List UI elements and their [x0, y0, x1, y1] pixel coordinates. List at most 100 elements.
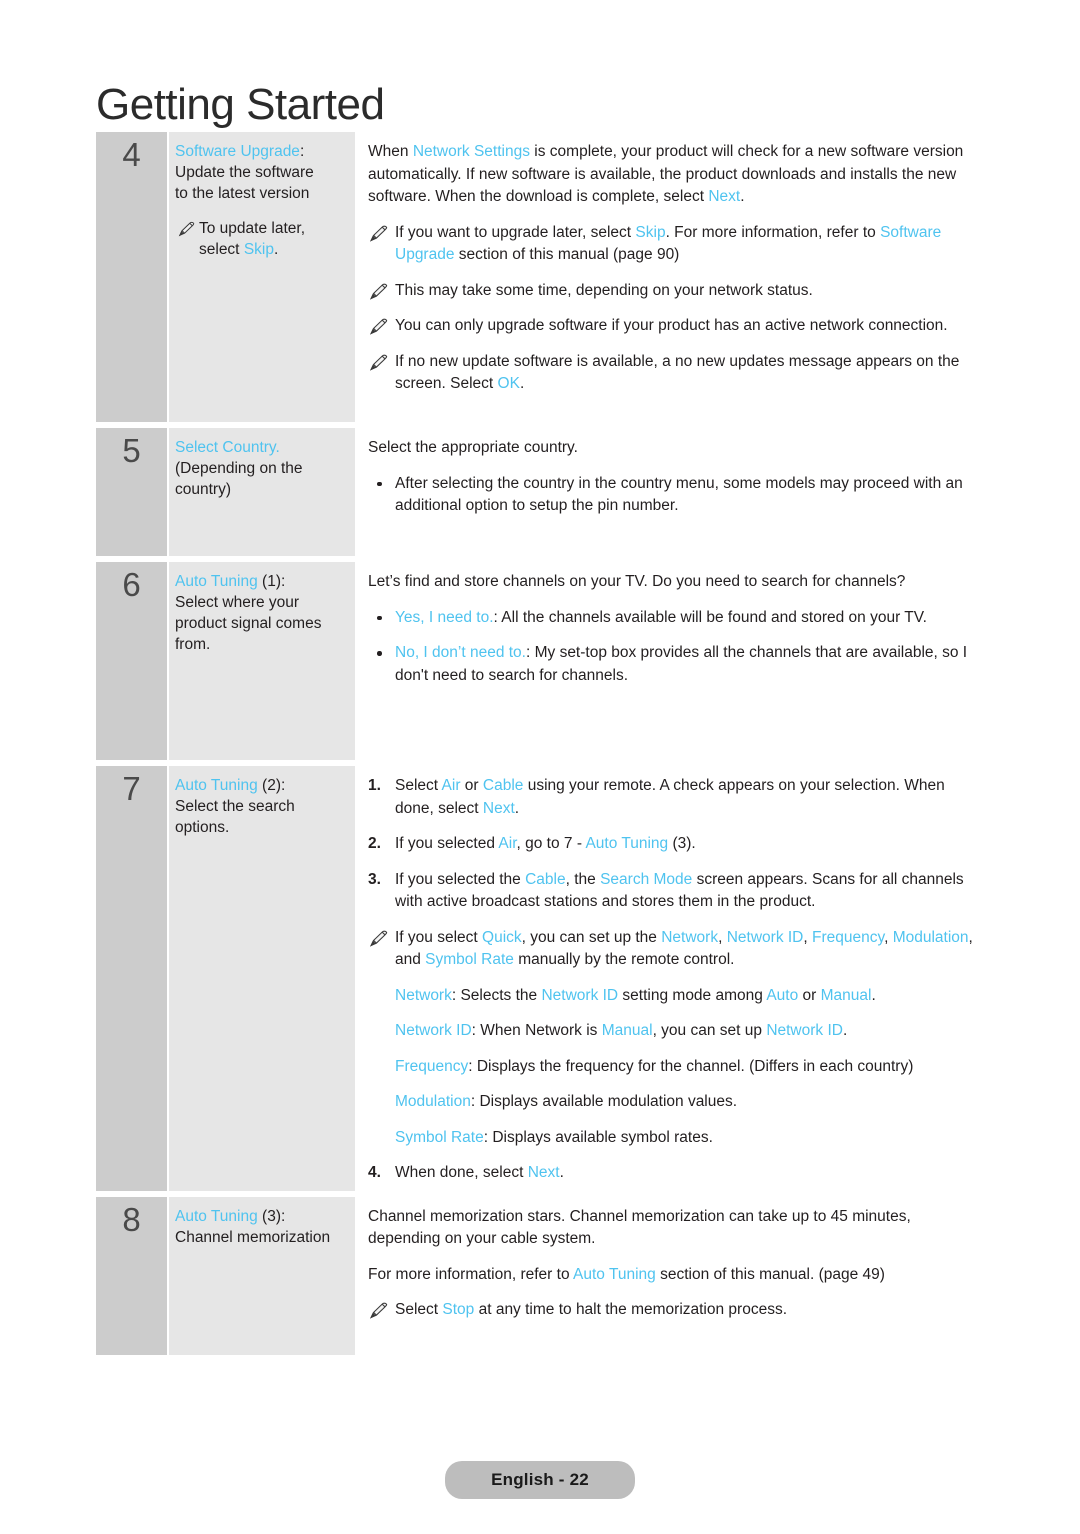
step-number: 8: [122, 1200, 141, 1238]
note-item: If no new update software is available, …: [368, 351, 984, 396]
text-run: When done, select: [395, 1164, 528, 1181]
definition-line: Network: Selects the Network ID setting …: [368, 985, 984, 1008]
accent-term: Network Settings: [412, 143, 530, 160]
pencil-icon: [370, 930, 388, 947]
text-run: ,: [803, 928, 812, 946]
page-number-badge: English - 22: [445, 1461, 635, 1499]
accent-term: Network ID: [766, 1022, 843, 1039]
step-number: 6: [122, 566, 141, 603]
list-marker: 3.: [368, 870, 381, 888]
accent-term: Auto: [766, 986, 799, 1004]
accent-term: Modulation: [892, 928, 969, 946]
step-number-cell: 4: [96, 132, 167, 422]
step-label-title: Auto Tuning (3):: [175, 1206, 345, 1227]
note-item: You can only upgrade software if your pr…: [368, 315, 984, 338]
note-item: If you select Quick, you can set up the …: [368, 927, 984, 972]
text-run: : Selects the: [451, 986, 542, 1004]
text-run: , go to 7 -: [516, 835, 586, 852]
step-row: 6 Auto Tuning (1): Select where your produc…: [96, 562, 984, 760]
step-row: 7 Auto Tuning (2): Select the search option…: [96, 766, 984, 1191]
pencil-icon: [370, 318, 388, 335]
numbered-item: 2. If you selected Air, go to 7 - Auto Tu…: [368, 833, 984, 856]
text-run: (2):: [257, 777, 286, 794]
text-run: , you can set up the: [521, 928, 662, 946]
step-label-title: Auto Tuning (2):: [175, 775, 345, 796]
text-run: (3).: [668, 835, 696, 852]
step-label-title: Software Upgrade:: [175, 141, 345, 162]
step-label-desc: (Depending on the: [175, 460, 303, 477]
text-run: This may take some time, depending on yo…: [395, 281, 813, 299]
page-title: Getting Started: [96, 80, 385, 130]
accent-term: Modulation: [395, 1093, 471, 1110]
step-label-desc: to the latest version: [175, 185, 310, 202]
bullet-item: After selecting the country in the count…: [368, 473, 984, 518]
text-run: If you selected: [395, 835, 499, 852]
step-label-title: Select Country.: [175, 437, 345, 458]
accent-term: Cable: [525, 870, 566, 888]
text-run: (3):: [257, 1207, 286, 1225]
pencil-icon: [178, 221, 195, 237]
text-run: ,: [884, 928, 893, 946]
text-run: To update later,: [199, 220, 305, 237]
pencil-icon: [370, 354, 388, 371]
accent-term: Auto Tuning: [175, 573, 258, 590]
pencil-icon: [370, 1302, 388, 1319]
text-run: : Displays available symbol rates.: [483, 1128, 713, 1146]
text-run: select: [199, 241, 244, 258]
step-number-cell: 6: [96, 562, 167, 760]
numbered-item: 4. When done, select Next.: [368, 1162, 984, 1185]
text-run: ,: [718, 928, 727, 946]
accent-term: Search Mode: [600, 870, 693, 888]
step-number: 4: [122, 136, 141, 173]
definition-line: Network ID: When Network is Manual, you …: [368, 1020, 984, 1043]
accent-term: Frequency: [395, 1057, 469, 1075]
definition-line: Symbol Rate: Displays available symbol r…: [368, 1127, 984, 1150]
accent-term: Yes, I need to.: [395, 608, 494, 626]
list-marker: 1.: [368, 777, 381, 794]
setup-steps-table: 4 Software Upgrade: Update the software to …: [96, 132, 984, 1361]
text-run: manually by the remote control.: [513, 951, 735, 968]
body-paragraph: Let’s find and store channels on your TV…: [368, 571, 984, 594]
page-footer: English - 22: [0, 1461, 1080, 1499]
step-label-desc: options.: [175, 819, 230, 836]
definition-line: Modulation: Displays available modulatio…: [368, 1091, 984, 1114]
step-label-cell: Select Country. (Depending on the country): [169, 428, 355, 556]
text-run: :: [299, 143, 305, 160]
accent-term: Software Upgrade: [175, 143, 300, 160]
step-number-cell: 5: [96, 428, 167, 556]
text-run: : All the channels available will be fou…: [493, 608, 927, 626]
text-run: : Displays the frequency for the channel…: [468, 1057, 914, 1075]
definition-line: Frequency: Displays the frequency for th…: [368, 1056, 984, 1079]
accent-term: Stop: [442, 1301, 475, 1318]
text-run: When: [368, 143, 413, 160]
text-run: .: [740, 188, 745, 205]
text-run: You can only upgrade software if your pr…: [395, 317, 948, 334]
accent-term: Symbol Rate: [425, 951, 514, 968]
step-body-cell: Select the appropriate country. After sel…: [355, 428, 984, 556]
step-label-desc: country): [175, 481, 231, 498]
body-paragraph: For more information, refer to Auto Tuni…: [368, 1264, 984, 1287]
accent-term: Network ID: [541, 986, 619, 1004]
step-number: 7: [122, 770, 141, 807]
accent-term: Auto Tuning: [585, 835, 669, 852]
text-run: If no new update software is available, …: [395, 352, 960, 393]
text-run: After selecting the country in the count…: [395, 474, 963, 515]
text-run: (1):: [257, 573, 286, 590]
text-run: .: [559, 1164, 564, 1181]
text-run: Select: [395, 777, 442, 794]
step-body-cell: Channel memorization stars. Channel memo…: [355, 1197, 984, 1355]
step-number: 5: [122, 432, 141, 469]
text-run: . For more information, refer to: [665, 223, 881, 241]
step-label-cell: Auto Tuning (2): Select the search options…: [169, 766, 355, 1191]
text-run: , the: [565, 870, 601, 888]
accent-term: Manual: [820, 986, 872, 1004]
accent-term: OK: [497, 375, 520, 392]
pencil-icon: [370, 283, 388, 300]
text-run: If you want to upgrade later, select: [395, 223, 636, 241]
step-label-note-line2: select Skip.: [199, 239, 345, 260]
list-marker: 2.: [368, 835, 381, 852]
step-label-cell: Software Upgrade: Update the software to t…: [169, 132, 355, 422]
body-paragraph: Select the appropriate country.: [368, 437, 984, 460]
step-label-desc: Channel memorization: [175, 1228, 331, 1246]
step-row: 8 Auto Tuning (3): Channel memorization Cha…: [96, 1196, 984, 1355]
